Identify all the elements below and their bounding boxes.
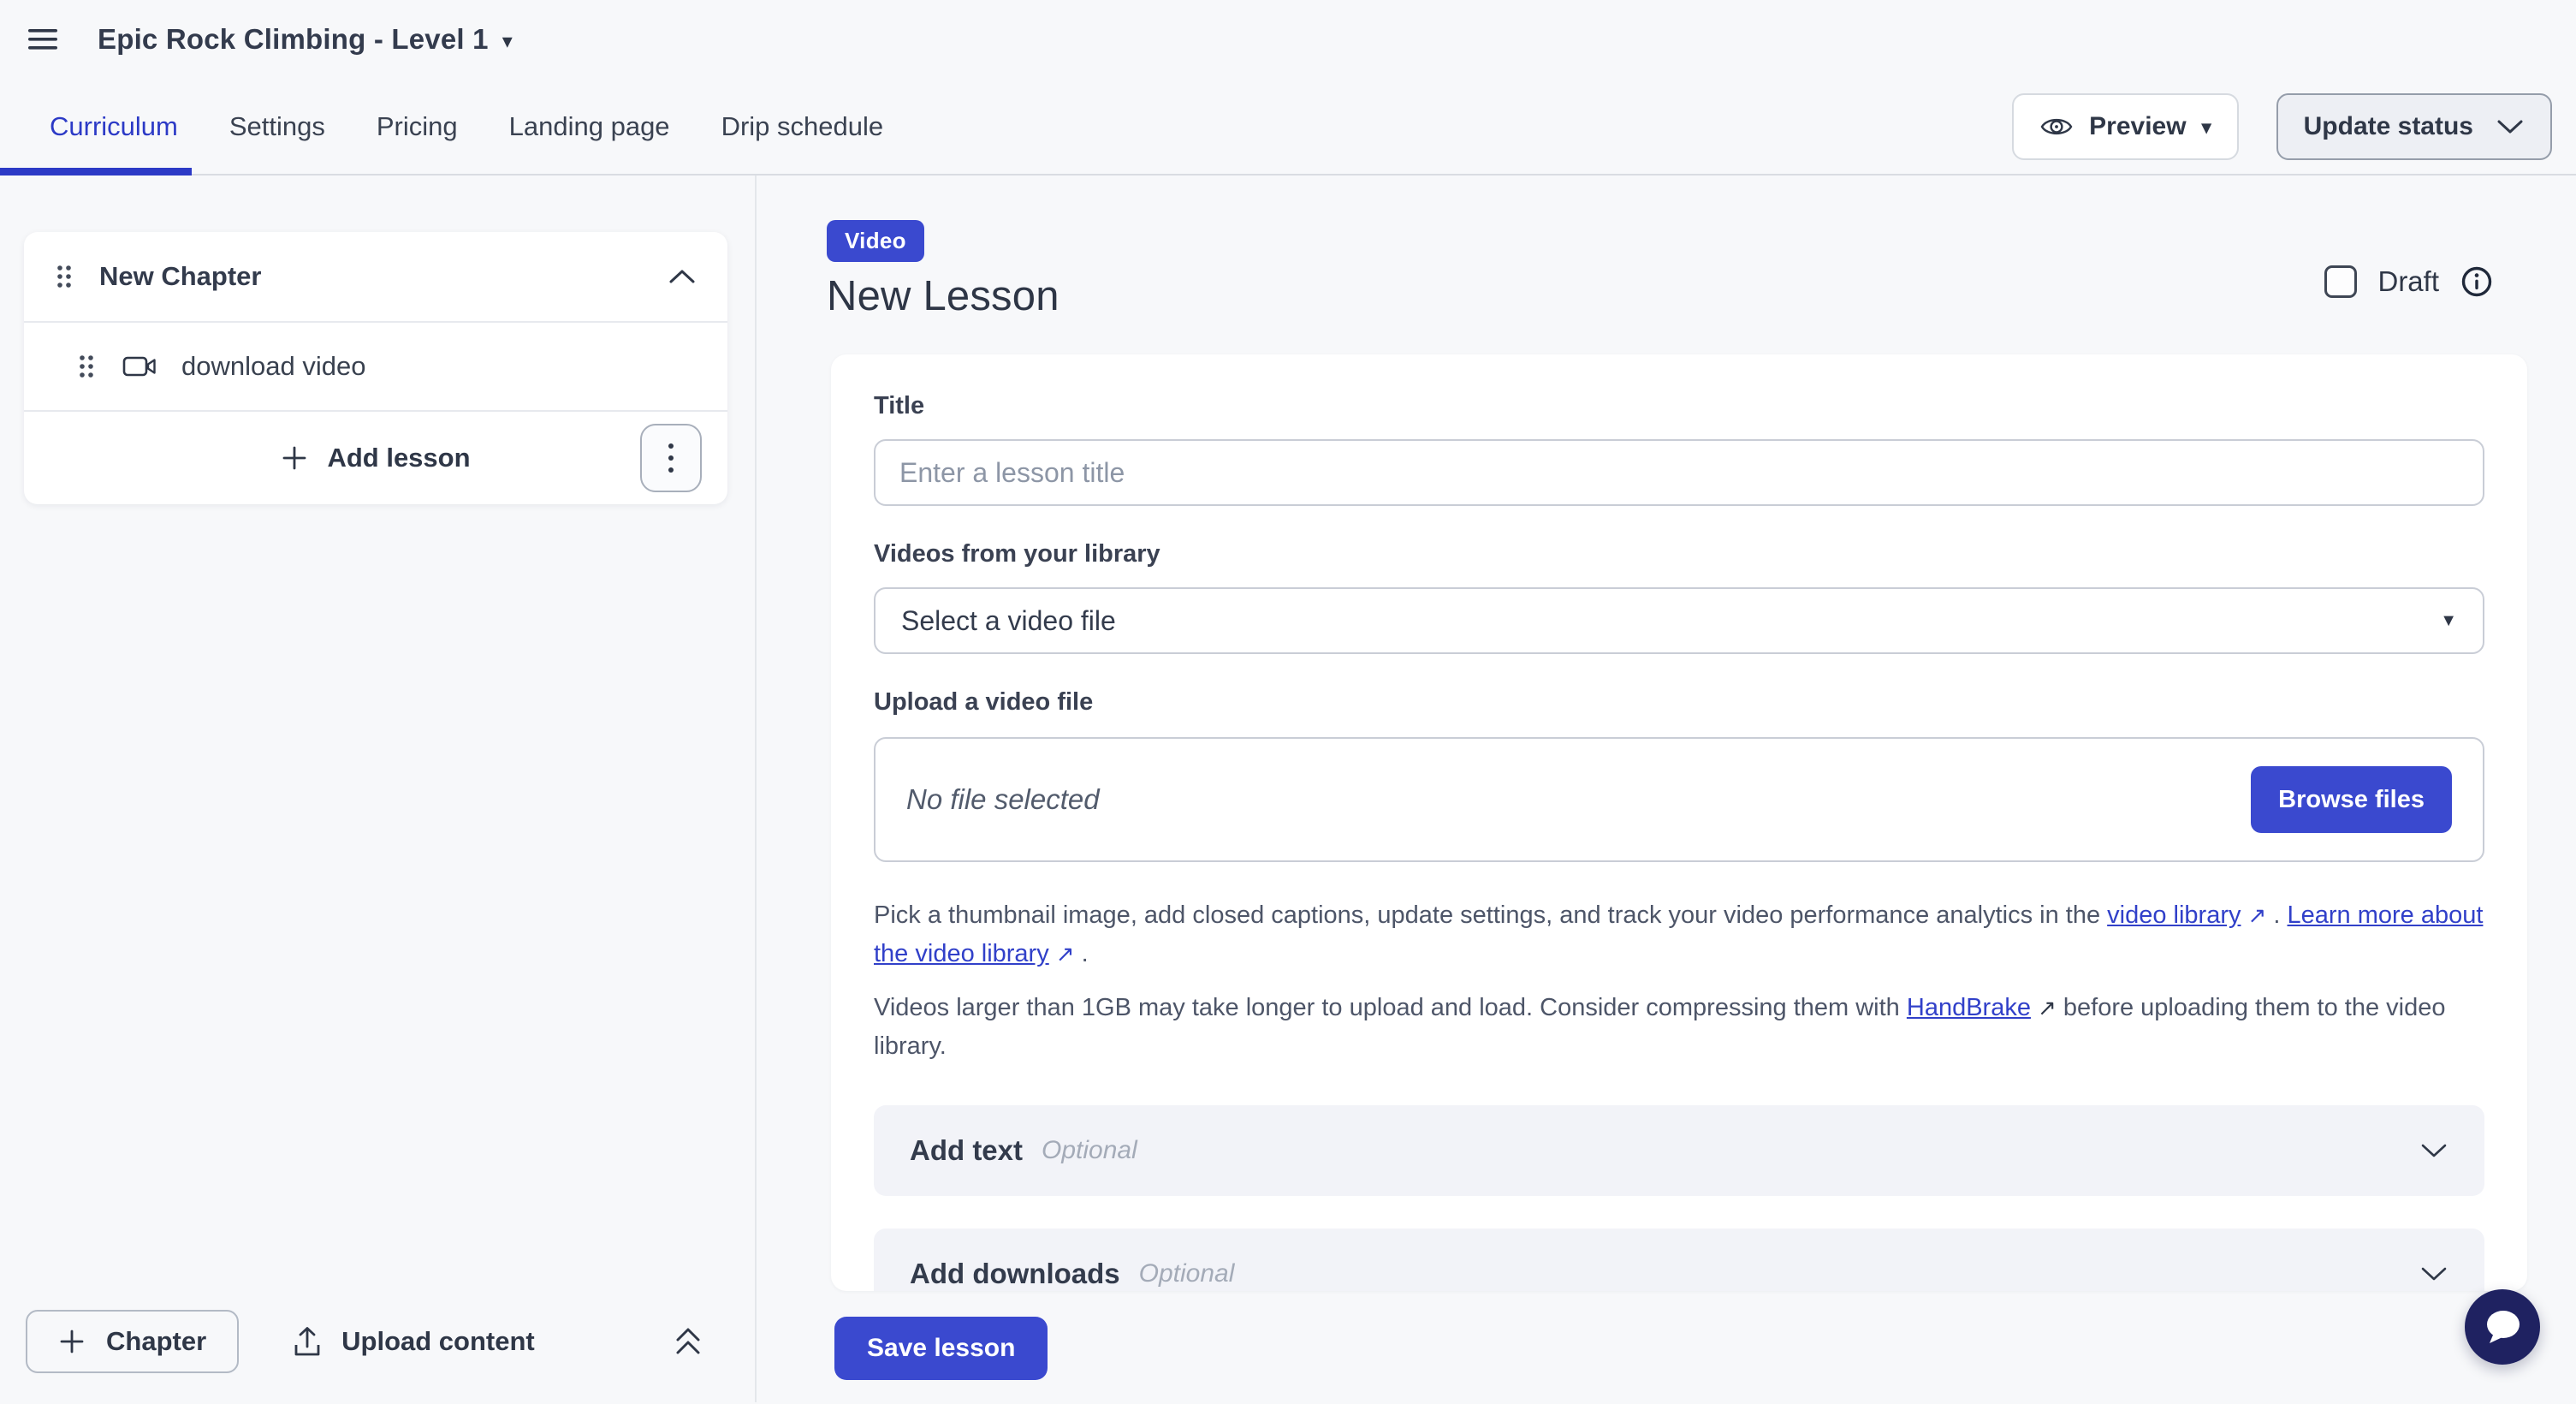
- update-status-button[interactable]: Update status: [2276, 93, 2552, 160]
- drag-handle[interactable]: [77, 353, 96, 380]
- upload-dropzone[interactable]: No file selected Browse files: [874, 737, 2484, 862]
- no-file-text: No file selected: [906, 783, 1100, 816]
- chevron-up-icon: [668, 268, 697, 285]
- tab-pricing[interactable]: Pricing: [351, 79, 484, 174]
- chat-bubble-icon: [2480, 1306, 2525, 1348]
- external-link-icon: ↗: [2038, 989, 2057, 1027]
- page-title: New Lesson: [827, 272, 2576, 320]
- video-library-link[interactable]: video library: [2107, 901, 2241, 929]
- drag-dots-icon: [55, 263, 74, 290]
- save-lesson-button[interactable]: Save lesson: [834, 1317, 1048, 1380]
- chevron-down-icon: [2419, 1142, 2448, 1159]
- caret-down-icon: ▾: [2202, 115, 2211, 139]
- sidebar-footer: Chapter Upload content: [0, 1281, 755, 1402]
- add-lesson-row: Add lesson: [24, 412, 727, 504]
- chevron-down-icon: [2496, 118, 2525, 135]
- lesson-item[interactable]: download video: [24, 323, 727, 412]
- drag-handle[interactable]: [55, 263, 74, 290]
- collapse-chapter-button[interactable]: [668, 268, 697, 285]
- tab-landing-page[interactable]: Landing page: [484, 79, 696, 174]
- menu-button[interactable]: [26, 27, 60, 52]
- upload-label: Upload a video file: [874, 688, 2484, 717]
- tab-curriculum[interactable]: Curriculum: [0, 79, 204, 174]
- add-downloads-label: Add downloads: [910, 1258, 1120, 1290]
- lesson-title-input[interactable]: [874, 439, 2484, 506]
- help-text: .: [2266, 901, 2287, 929]
- header-actions: Preview ▾ Update status: [2012, 93, 2552, 160]
- kebab-icon: [667, 441, 675, 475]
- preview-button[interactable]: Preview ▾: [2012, 93, 2238, 160]
- optional-label: Optional: [1042, 1136, 1137, 1165]
- top-bar: Epic Rock Climbing - Level 1 ▾: [0, 0, 2576, 79]
- chapter-card: New Chapter: [24, 232, 727, 504]
- hamburger-icon: [26, 27, 60, 52]
- upload-content-button[interactable]: Upload content: [287, 1324, 540, 1359]
- tab-settings[interactable]: Settings: [204, 79, 351, 174]
- add-lesson-button[interactable]: Add lesson: [276, 442, 475, 474]
- select-value: Select a video file: [901, 605, 1116, 637]
- course-tabs: Curriculum Settings Pricing Landing page…: [0, 79, 2576, 176]
- lesson-header: Video New Lesson: [757, 176, 2576, 320]
- external-link-icon: ↗: [2248, 896, 2267, 935]
- draft-toggle-group: Draft: [2324, 265, 2494, 299]
- draft-checkbox[interactable]: [2324, 265, 2357, 298]
- add-chapter-button[interactable]: Chapter: [26, 1310, 239, 1373]
- drag-dots-icon: [77, 353, 96, 380]
- upload-icon: [292, 1324, 323, 1359]
- draft-label: Draft: [2377, 265, 2439, 298]
- add-lesson-label: Add lesson: [327, 443, 470, 473]
- curriculum-sidebar: New Chapter: [0, 176, 757, 1402]
- lesson-title: download video: [181, 351, 365, 382]
- video-library-select[interactable]: Select a video file ▼: [874, 587, 2484, 654]
- add-chapter-label: Chapter: [106, 1326, 206, 1357]
- course-title: Epic Rock Climbing - Level 1: [98, 23, 489, 56]
- add-downloads-section[interactable]: Add downloads Optional: [874, 1228, 2484, 1291]
- chevron-down-icon: [2419, 1265, 2448, 1282]
- chat-launcher-button[interactable]: [2465, 1289, 2540, 1365]
- chapter-header: New Chapter: [24, 232, 727, 323]
- plus-icon: [281, 444, 308, 472]
- compression-help-text: Videos larger than 1GB may take longer t…: [874, 989, 2484, 1066]
- video-camera-icon: [122, 354, 157, 379]
- video-help-text: Pick a thumbnail image, add closed capti…: [874, 896, 2484, 973]
- preview-label: Preview: [2089, 112, 2186, 141]
- info-icon[interactable]: [2460, 265, 2494, 299]
- upload-content-label: Upload content: [341, 1326, 535, 1357]
- eye-icon: [2039, 114, 2074, 140]
- update-status-label: Update status: [2304, 112, 2473, 141]
- add-text-section[interactable]: Add text Optional: [874, 1105, 2484, 1196]
- chapter-title: New Chapter: [99, 261, 261, 292]
- caret-down-icon: ▾: [502, 26, 513, 54]
- help-text: Videos larger than 1GB may take longer t…: [874, 994, 1907, 1021]
- browse-files-button[interactable]: Browse files: [2251, 766, 2452, 833]
- plus-icon: [58, 1328, 86, 1355]
- lesson-editor: Video New Lesson Draft Title Videos from…: [757, 176, 2576, 1402]
- help-text: Pick a thumbnail image, add closed capti…: [874, 901, 2107, 929]
- title-label: Title: [874, 392, 924, 419]
- double-chevron-up-icon: [673, 1324, 703, 1359]
- add-text-label: Add text: [910, 1134, 1023, 1167]
- course-title-dropdown[interactable]: Epic Rock Climbing - Level 1 ▾: [98, 23, 513, 56]
- collapse-all-button[interactable]: [673, 1324, 703, 1359]
- optional-label: Optional: [1139, 1259, 1235, 1288]
- lesson-type-badge: Video: [827, 220, 924, 262]
- external-link-icon: ↗: [1056, 935, 1075, 973]
- caret-down-icon: ▼: [2440, 611, 2457, 631]
- tab-drip-schedule[interactable]: Drip schedule: [696, 79, 910, 174]
- handbrake-link[interactable]: HandBrake: [1907, 994, 2031, 1021]
- chapter-menu-button[interactable]: [640, 424, 702, 492]
- help-text: .: [1075, 940, 1089, 967]
- library-label: Videos from your library: [874, 540, 2484, 568]
- lesson-form-card: Title Videos from your library Select a …: [831, 354, 2527, 1291]
